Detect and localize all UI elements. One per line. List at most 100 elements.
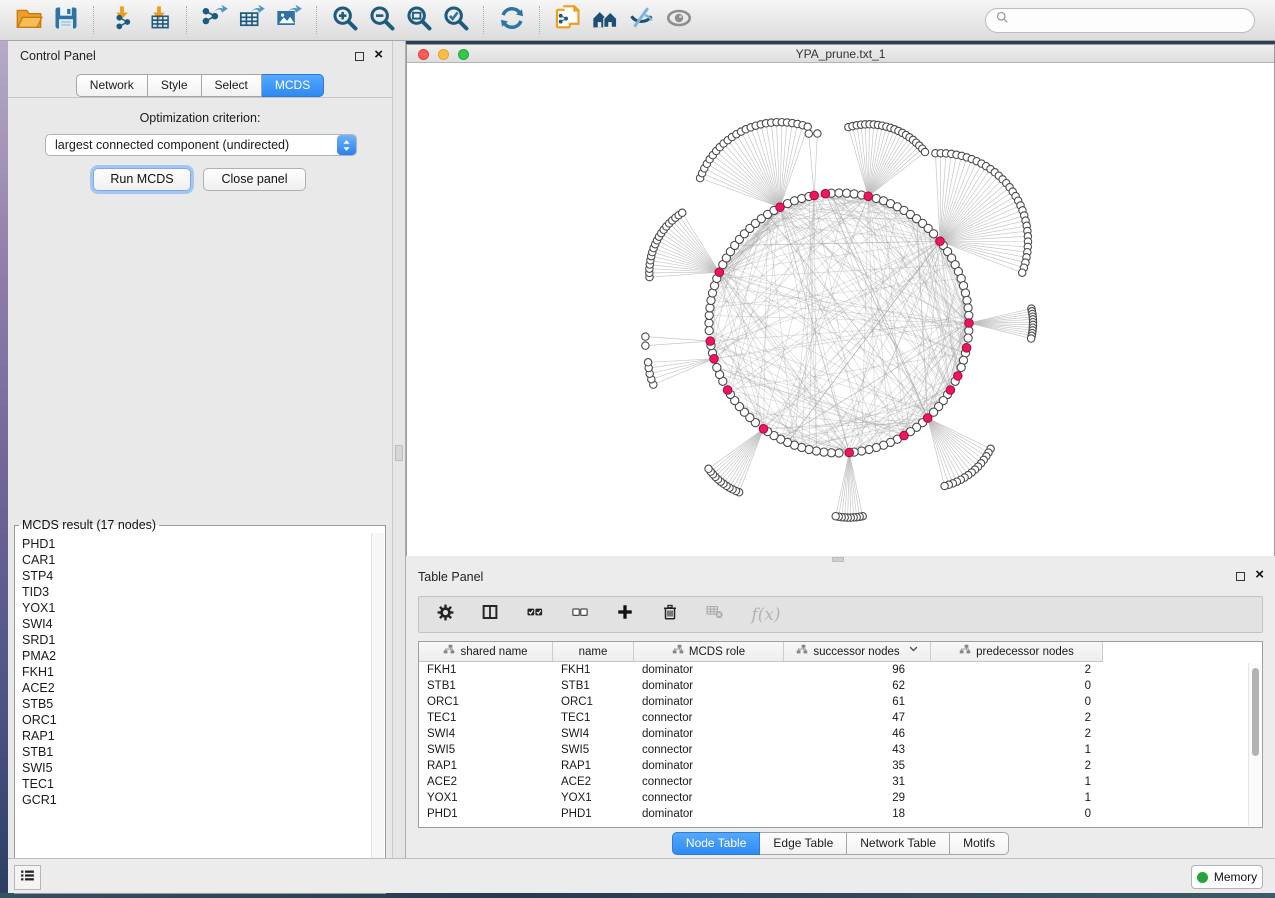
- column-header-name[interactable]: name: [553, 642, 634, 662]
- gear-icon: [436, 603, 455, 627]
- tab-style[interactable]: Style: [148, 74, 202, 97]
- mcds-list-scrollbar[interactable]: [371, 533, 384, 892]
- table-body: FKH1FKH1dominator962STB1STB1dominator620…: [419, 662, 1248, 827]
- duplicate-network-button[interactable]: [549, 3, 586, 37]
- mcds-result-item[interactable]: ACE2: [22, 680, 371, 696]
- mcds-result-item[interactable]: STB1: [22, 744, 371, 760]
- table-row[interactable]: YOX1YOX1connector291: [419, 790, 1248, 806]
- delete-row-button[interactable]: [658, 602, 682, 628]
- mcds-node: [864, 192, 873, 201]
- close-panel-icon[interactable]: ×: [374, 46, 383, 64]
- mcds-result-item[interactable]: SWI4: [22, 616, 371, 632]
- tab-select[interactable]: Select: [202, 74, 262, 97]
- save-icon: [52, 4, 80, 37]
- mcds-result-item[interactable]: CAR1: [22, 552, 371, 568]
- column-header-predecessor-nodes[interactable]: predecessor nodes: [931, 642, 1103, 662]
- cell-MCDS-role: dominator: [634, 808, 784, 820]
- table-row[interactable]: SWI4SWI4dominator462: [419, 726, 1248, 742]
- table-row[interactable]: ACE2ACE2connector311: [419, 774, 1248, 790]
- table-row[interactable]: SWI5SWI5connector431: [419, 742, 1248, 758]
- mcds-result-item[interactable]: TID3: [22, 584, 371, 600]
- add-row-button[interactable]: [613, 602, 637, 628]
- show-all-button[interactable]: [660, 3, 697, 37]
- vertical-splitter[interactable]: [392, 41, 406, 858]
- table-scrollbar[interactable]: [1248, 663, 1261, 826]
- float-panel-icon[interactable]: [355, 52, 364, 61]
- column-header-MCDS-role[interactable]: MCDS role: [634, 642, 784, 662]
- tab-network-table[interactable]: Network Table: [847, 832, 950, 855]
- splitter-grip[interactable]: [395, 445, 403, 461]
- network-canvas[interactable]: [407, 63, 1274, 556]
- column-header-shared-name[interactable]: shared name: [419, 642, 553, 662]
- optimization-criterion-select[interactable]: largest connected component (undirected): [45, 134, 357, 156]
- float-panel-icon[interactable]: [1236, 572, 1245, 581]
- close-panel-icon[interactable]: ×: [1255, 566, 1264, 584]
- control-panel-tabs: NetworkStyleSelectMCDS: [8, 74, 392, 97]
- split-columns-button[interactable]: [478, 602, 502, 628]
- export-image-button[interactable]: [270, 3, 307, 37]
- select-all-button[interactable]: [523, 602, 547, 628]
- cell-MCDS-role: dominator: [634, 680, 784, 692]
- mcds-result-item[interactable]: STB5: [22, 696, 371, 712]
- mcds-node: [723, 386, 732, 395]
- column-label: predecessor nodes: [976, 646, 1074, 658]
- toolbar-separator: [483, 6, 484, 34]
- mcds-result-item[interactable]: STP4: [22, 568, 371, 584]
- mcds-node: [759, 425, 768, 434]
- gear-button[interactable]: [433, 602, 457, 628]
- run-mcds-button[interactable]: Run MCDS: [93, 168, 191, 191]
- mcds-result-item[interactable]: RAP1: [22, 728, 371, 744]
- column-header-successor-nodes[interactable]: successor nodes: [784, 642, 931, 662]
- cell-name: ACE2: [553, 776, 634, 788]
- tab-node-table[interactable]: Node Table: [672, 832, 761, 855]
- hide-selected-button[interactable]: [623, 3, 660, 37]
- mcds-result-item[interactable]: YOX1: [22, 600, 371, 616]
- cell-successor-nodes: 47: [784, 712, 931, 724]
- table-row[interactable]: TEC1TEC1connector472: [419, 710, 1248, 726]
- mcds-result-item[interactable]: PMA2: [22, 648, 371, 664]
- table-row[interactable]: ORC1ORC1dominator610: [419, 694, 1248, 710]
- save-button[interactable]: [47, 3, 84, 37]
- splitter-grip[interactable]: [832, 557, 844, 562]
- deselect-all-button[interactable]: [568, 602, 592, 628]
- horizontal-splitter[interactable]: [406, 556, 1275, 563]
- refresh-button[interactable]: [493, 3, 530, 37]
- deselect-all-icon: [571, 603, 589, 626]
- zoom-in-button[interactable]: [326, 3, 363, 37]
- zoom-fit-button[interactable]: [400, 3, 437, 37]
- memory-button[interactable]: Memory: [1191, 865, 1263, 889]
- mcds-result-item[interactable]: FKH1: [22, 664, 371, 680]
- zoom-selected-button[interactable]: [437, 3, 474, 37]
- cell-MCDS-role: dominator: [634, 664, 784, 676]
- tab-motifs[interactable]: Motifs: [950, 832, 1009, 855]
- import-table-button[interactable]: [140, 3, 177, 37]
- mcds-result-item[interactable]: TEC1: [22, 776, 371, 792]
- cell-successor-nodes: 96: [784, 664, 931, 676]
- export-table-button[interactable]: [233, 3, 270, 37]
- tab-mcds[interactable]: MCDS: [262, 74, 324, 97]
- zoom-out-button[interactable]: [363, 3, 400, 37]
- cell-shared-name: SWI5: [419, 744, 553, 756]
- table-row[interactable]: PHD1PHD1dominator180: [419, 806, 1248, 822]
- mcds-result-item[interactable]: ORC1: [22, 712, 371, 728]
- task-history-button[interactable]: [14, 865, 41, 890]
- export-network-button[interactable]: [196, 3, 233, 37]
- tab-network[interactable]: Network: [76, 74, 148, 97]
- scrollbar-thumb[interactable]: [1252, 668, 1259, 756]
- table-row[interactable]: STB1STB1dominator620: [419, 678, 1248, 694]
- table-row[interactable]: RAP1RAP1dominator352: [419, 758, 1248, 774]
- tab-edge-table[interactable]: Edge Table: [760, 832, 847, 855]
- search-input[interactable]: [1015, 13, 1245, 27]
- open-file-button[interactable]: [10, 3, 47, 37]
- import-network-button[interactable]: [103, 3, 140, 37]
- close-panel-button[interactable]: Close panel: [203, 168, 306, 191]
- search-box[interactable]: [985, 8, 1255, 33]
- status-bar: Memory: [8, 858, 1275, 893]
- first-neighbors-button[interactable]: [586, 3, 623, 37]
- mcds-result-item[interactable]: GCR1: [22, 792, 371, 808]
- cell-successor-nodes: 35: [784, 760, 931, 772]
- mcds-result-item[interactable]: SWI5: [22, 760, 371, 776]
- mcds-result-item[interactable]: PHD1: [22, 536, 371, 552]
- mcds-result-item[interactable]: SRD1: [22, 632, 371, 648]
- table-row[interactable]: FKH1FKH1dominator962: [419, 662, 1248, 678]
